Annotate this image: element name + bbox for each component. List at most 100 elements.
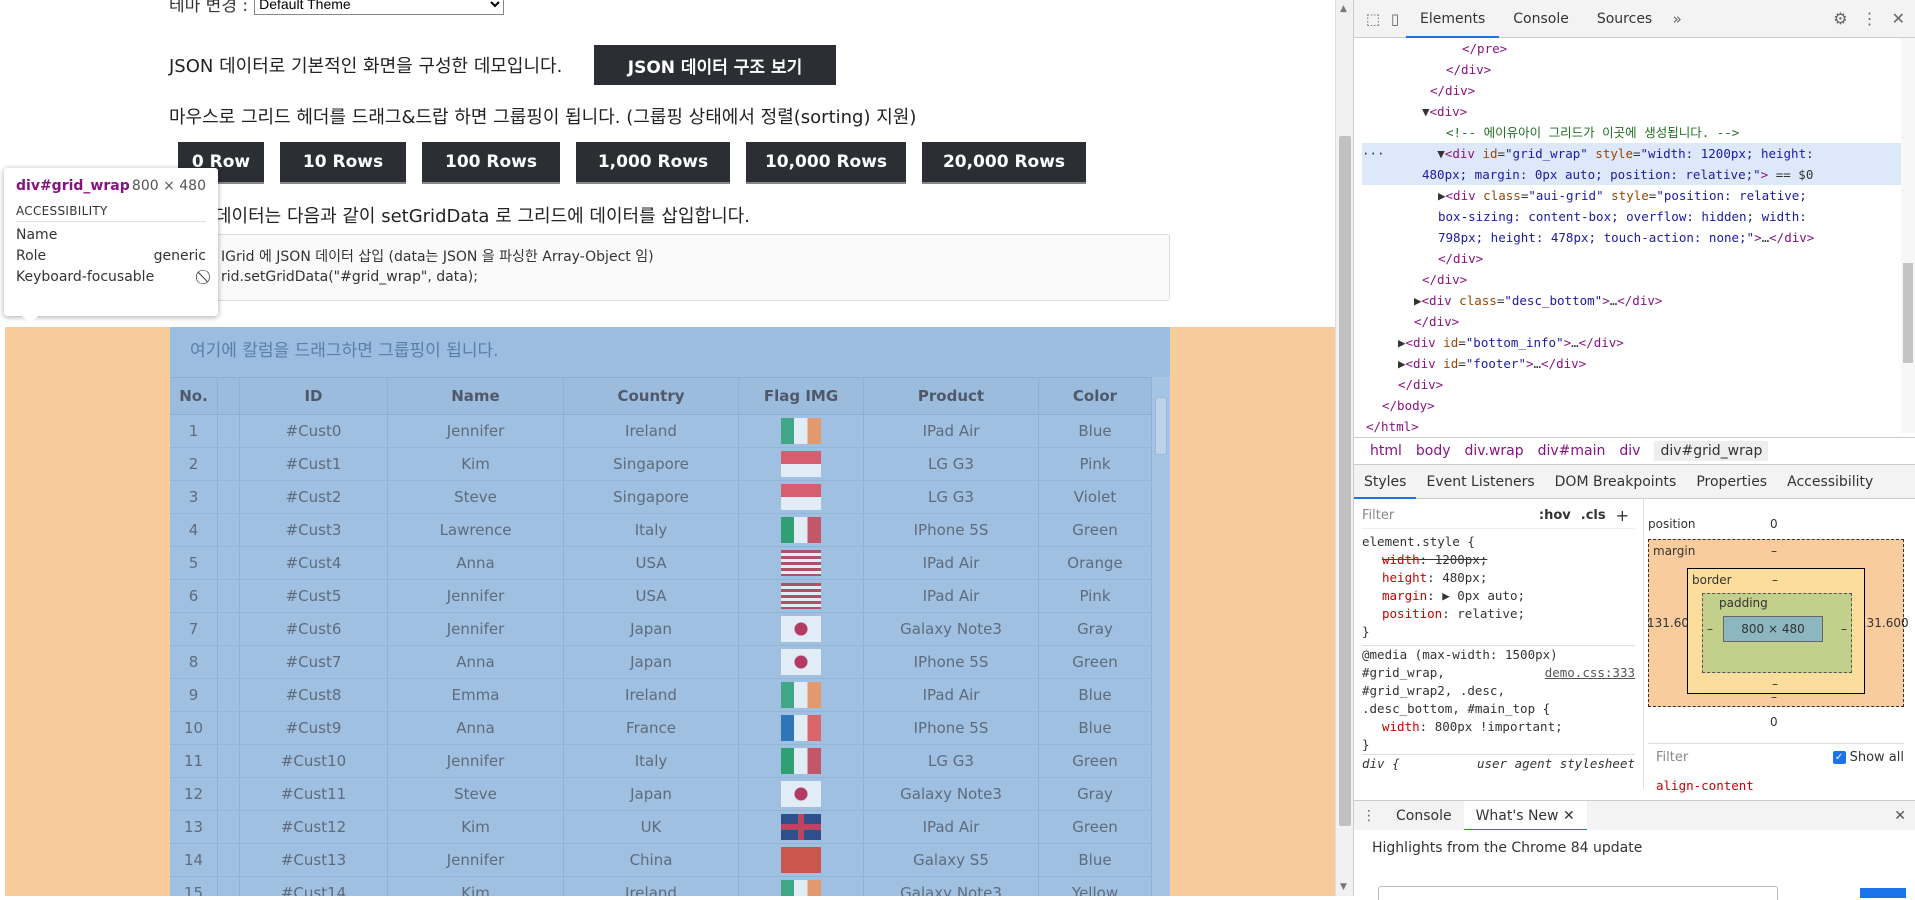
computed-prop[interactable]: align-content (1656, 778, 1754, 793)
cell-color[interactable]: Blue (1039, 712, 1152, 744)
cell-id[interactable]: #Cust1 (240, 448, 388, 480)
cell-flag[interactable] (739, 778, 864, 810)
cell-color[interactable]: Green (1039, 646, 1152, 678)
whats-new-button[interactable] (1860, 888, 1906, 898)
cell-flag[interactable] (739, 745, 864, 777)
cell-id[interactable]: #Cust9 (240, 712, 388, 744)
tree-node[interactable]: ▼<div> (1362, 101, 1902, 122)
header-product[interactable]: Product (864, 378, 1039, 414)
cell-product[interactable]: Galaxy Note3 (864, 613, 1039, 645)
cell-no[interactable]: 1 (170, 415, 218, 447)
source-link[interactable]: demo.css:333 (1545, 664, 1635, 682)
table-row[interactable]: 9 #Cust8 Emma Ireland IPad Air Blue (170, 679, 1170, 712)
table-row[interactable]: 5 #Cust4 Anna USA IPad Air Orange (170, 547, 1170, 580)
rows-1000-button[interactable]: 1,000 Rows (576, 142, 730, 182)
rows-10-button[interactable]: 10 Rows (280, 142, 406, 182)
style-prop[interactable]: height: 480px; (1362, 569, 1635, 587)
tree-node[interactable]: </div> (1362, 269, 1902, 290)
drawer-close-icon[interactable]: ✕ (1894, 808, 1915, 824)
cell-id[interactable]: #Cust12 (240, 811, 388, 843)
drawer-tab-whats-new[interactable]: What's New ✕ (1463, 800, 1587, 831)
cell-product[interactable]: Galaxy Note3 (864, 877, 1039, 896)
cell-selector[interactable] (218, 448, 240, 480)
grid-scrollbar[interactable] (1152, 377, 1170, 896)
cell-no[interactable]: 12 (170, 778, 218, 810)
cell-color[interactable]: Pink (1039, 580, 1152, 612)
cell-selector[interactable] (218, 646, 240, 678)
table-row[interactable]: 7 #Cust6 Jennifer Japan Galaxy Note3 Gray (170, 613, 1170, 646)
cell-country[interactable]: Japan (564, 613, 739, 645)
cell-color[interactable]: Violet (1039, 481, 1152, 513)
cell-no[interactable]: 15 (170, 877, 218, 896)
cell-country[interactable]: Japan (564, 646, 739, 678)
cell-name[interactable]: Kim (388, 877, 564, 896)
cell-product[interactable]: IPad Air (864, 547, 1039, 579)
tree-node[interactable]: </div> (1362, 374, 1902, 395)
tree-node-selected[interactable]: ··· ▼<div id="grid_wrap" style="width: 1… (1362, 143, 1902, 164)
table-row[interactable]: 1 #Cust0 Jennifer Ireland IPad Air Blue (170, 415, 1170, 448)
cls-toggle[interactable]: .cls (1581, 507, 1606, 525)
kebab-menu-icon[interactable]: ⋮ (1862, 9, 1878, 28)
tab-event-listeners[interactable]: Event Listeners (1416, 465, 1544, 499)
cell-color[interactable]: Blue (1039, 415, 1152, 447)
cell-id[interactable]: #Cust8 (240, 679, 388, 711)
cell-selector[interactable] (218, 844, 240, 876)
page-scrollbar[interactable]: ▲ ▼ (1335, 0, 1353, 896)
json-structure-button[interactable]: JSON 데이터 구조 보기 (594, 45, 836, 85)
cell-selector[interactable] (218, 745, 240, 777)
hov-toggle[interactable]: :hov (1539, 507, 1571, 525)
cell-country[interactable]: USA (564, 547, 739, 579)
cell-country[interactable]: Italy (564, 514, 739, 546)
add-rule-icon[interactable]: + (1616, 506, 1629, 525)
cell-product[interactable]: IPad Air (864, 679, 1039, 711)
tree-node[interactable]: </div> (1362, 248, 1902, 269)
cell-selector[interactable] (218, 778, 240, 810)
rows-100-button[interactable]: 100 Rows (422, 142, 560, 182)
styles-filter-input[interactable]: Filter (1362, 507, 1394, 525)
table-row[interactable]: 13 #Cust12 Kim UK IPad Air Green (170, 811, 1170, 844)
cell-product[interactable]: IPhone 5S (864, 712, 1039, 744)
style-prop[interactable]: width: 800px !important; (1362, 718, 1635, 736)
tree-node[interactable]: ▶<div id="footer">…</div> (1362, 353, 1902, 374)
table-row[interactable]: 15 #Cust14 Kim Ireland Galaxy Note3 Yellow (170, 877, 1170, 896)
page-scroll-thumb[interactable] (1339, 136, 1351, 826)
cell-flag[interactable] (739, 514, 864, 546)
cell-name[interactable]: Jennifer (388, 844, 564, 876)
cell-country[interactable]: Ireland (564, 877, 739, 896)
cell-name[interactable]: Lawrence (388, 514, 564, 546)
cell-no[interactable]: 13 (170, 811, 218, 843)
table-row[interactable]: 14 #Cust13 Jennifer China Galaxy S5 Blue (170, 844, 1170, 877)
cell-name[interactable]: Steve (388, 778, 564, 810)
cell-no[interactable]: 2 (170, 448, 218, 480)
cell-color[interactable]: Green (1039, 811, 1152, 843)
cell-flag[interactable] (739, 415, 864, 447)
cell-flag[interactable] (739, 844, 864, 876)
cell-no[interactable]: 6 (170, 580, 218, 612)
style-prop[interactable]: width: 1200px; (1362, 551, 1635, 569)
cell-color[interactable]: Green (1039, 745, 1152, 777)
group-drop-zone[interactable]: 여기에 칼럼을 드래그하면 그룹핑이 됩니다. (170, 327, 1170, 377)
cell-selector[interactable] (218, 679, 240, 711)
crumb-html[interactable]: html (1370, 443, 1402, 459)
cell-product[interactable]: IPhone 5S (864, 646, 1039, 678)
gear-icon[interactable]: ⚙ (1833, 9, 1847, 28)
cell-product[interactable]: Galaxy S5 (864, 844, 1039, 876)
table-row[interactable]: 4 #Cust3 Lawrence Italy IPhone 5S Green (170, 514, 1170, 547)
cell-color[interactable]: Yellow (1039, 877, 1152, 896)
cell-selector[interactable] (218, 712, 240, 744)
cell-id[interactable]: #Cust5 (240, 580, 388, 612)
cell-id[interactable]: #Cust14 (240, 877, 388, 896)
grid-scroll-thumb[interactable] (1155, 397, 1167, 455)
cell-flag[interactable] (739, 877, 864, 896)
cell-name[interactable]: Jennifer (388, 415, 564, 447)
header-color[interactable]: Color (1039, 378, 1152, 414)
tree-node-selected[interactable]: 480px; margin: 0px auto; position: relat… (1362, 164, 1902, 185)
tree-node[interactable]: </body> (1362, 395, 1902, 416)
cell-id[interactable]: #Cust0 (240, 415, 388, 447)
tree-node[interactable]: ▶<div class="aui-grid" style="position: … (1362, 185, 1902, 206)
cell-id[interactable]: #Cust4 (240, 547, 388, 579)
table-row[interactable]: 6 #Cust5 Jennifer USA IPad Air Pink (170, 580, 1170, 613)
cell-no[interactable]: 7 (170, 613, 218, 645)
cell-id[interactable]: #Cust3 (240, 514, 388, 546)
device-toolbar-icon[interactable]: ▯ (1384, 10, 1406, 28)
